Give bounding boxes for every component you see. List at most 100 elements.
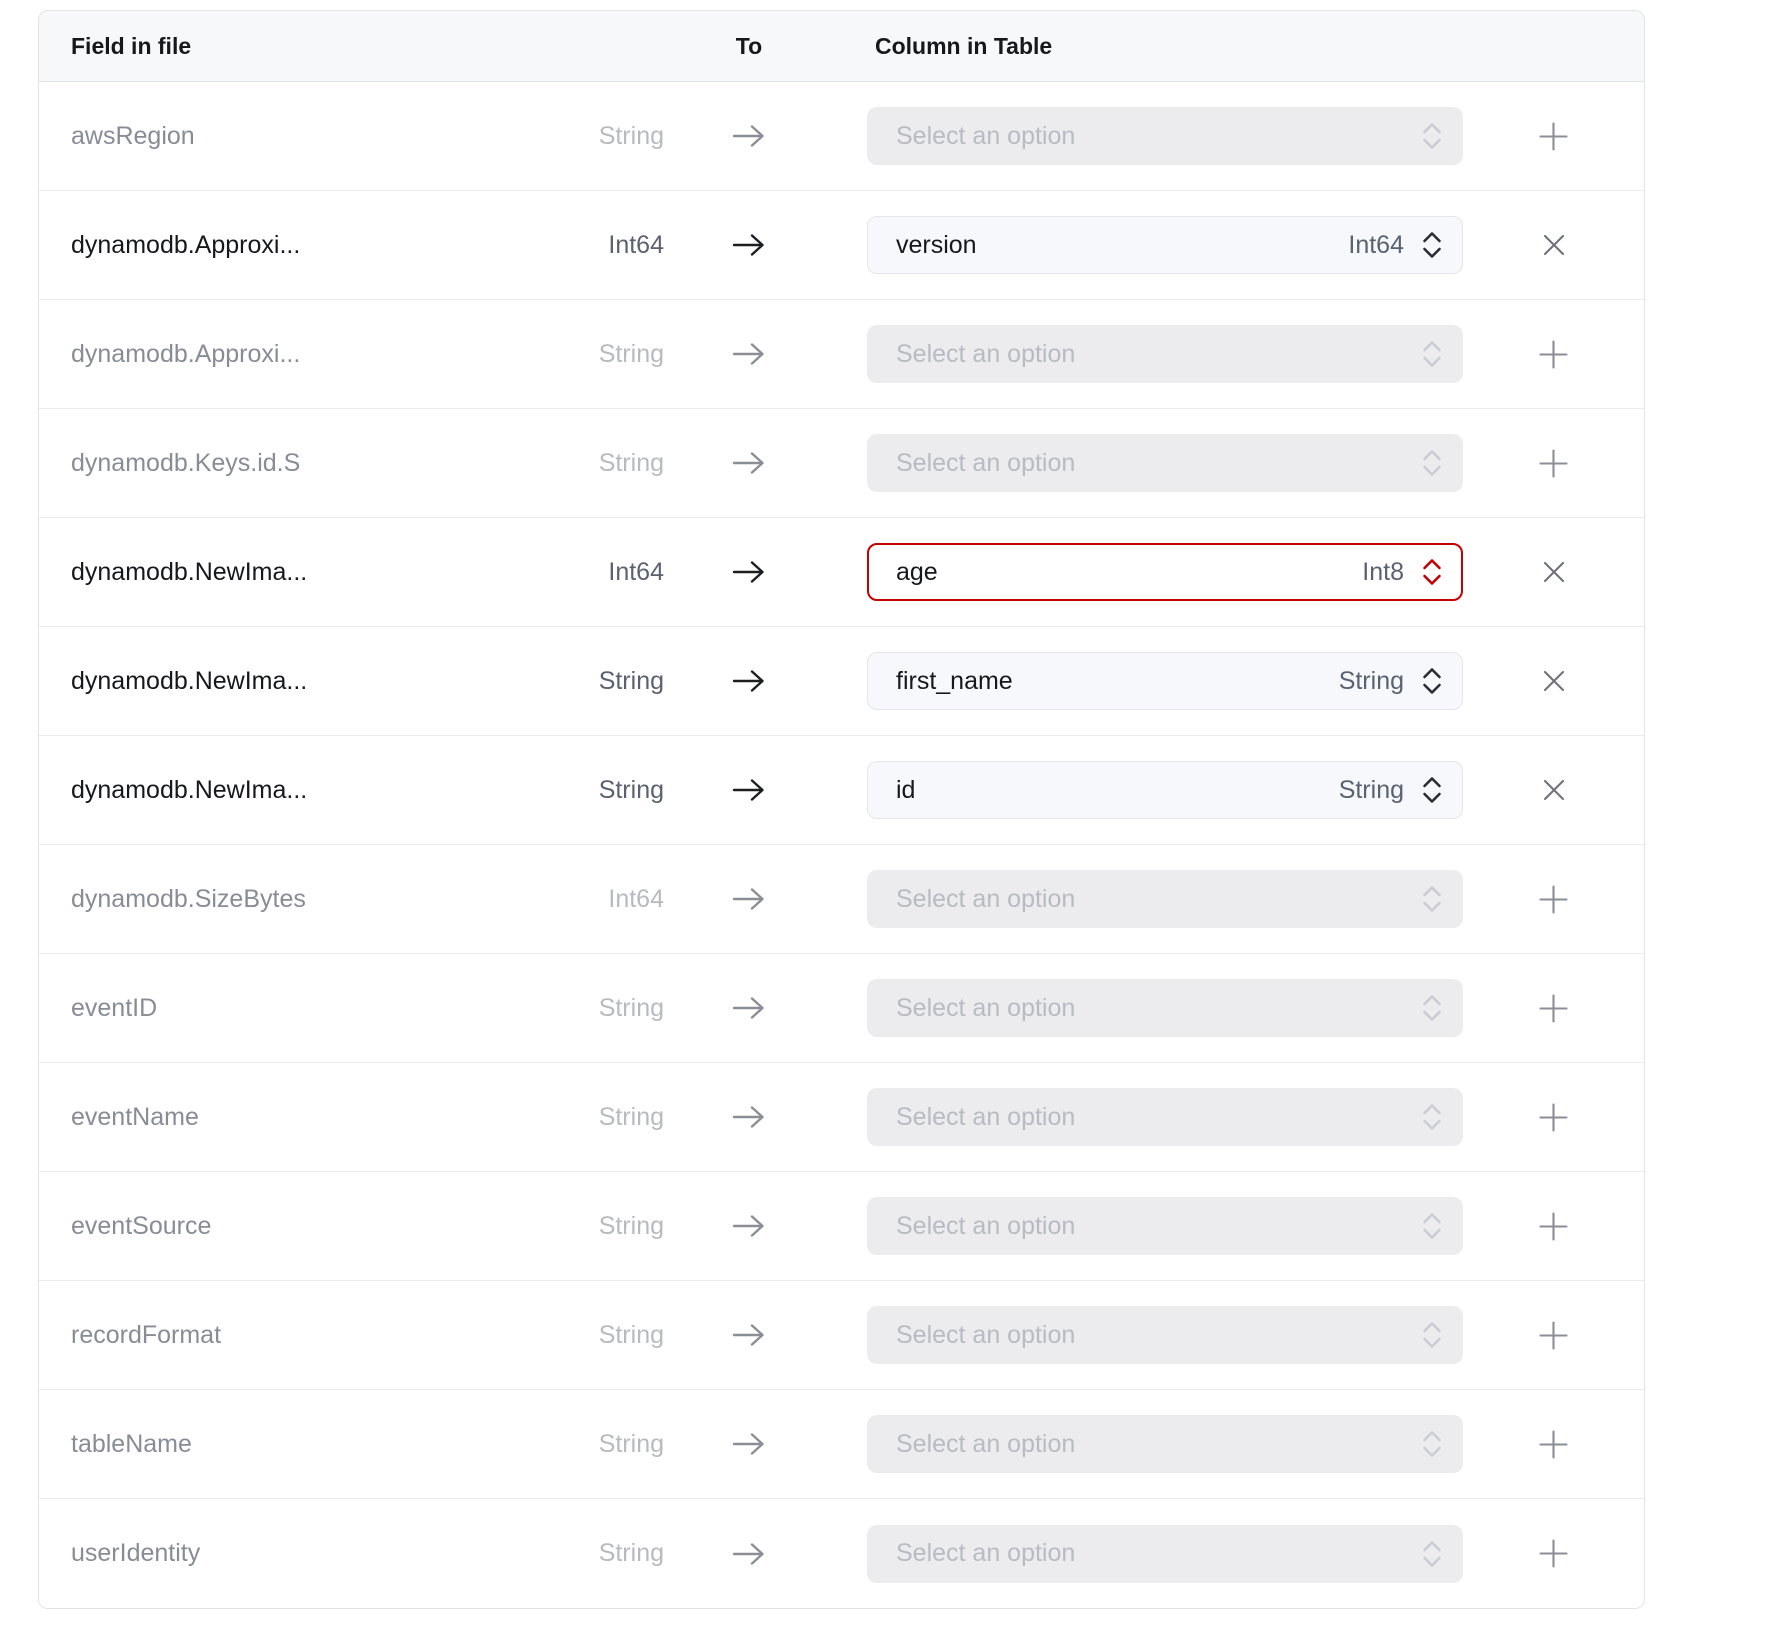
chevron-up-down-icon [1420, 338, 1444, 370]
column-select-value: version [896, 231, 1348, 260]
field-name: recordFormat [71, 1321, 221, 1350]
add-mapping-button[interactable] [1524, 1414, 1584, 1474]
column-select-value: age [896, 558, 1362, 587]
field-type: String [599, 1321, 664, 1350]
column-select-value: id [896, 776, 1339, 805]
column-select[interactable]: version Int64 [867, 216, 1463, 274]
field-type: String [599, 1430, 664, 1459]
header-column-in-table: Column in Table [867, 33, 1052, 60]
column-select[interactable]: Select an option [867, 979, 1463, 1037]
column-select-type: Int64 [1348, 231, 1404, 260]
mapping-row: eventSource String Select an option [39, 1172, 1644, 1281]
mapping-row: awsRegion String Select an option [39, 82, 1644, 191]
field-type: String [599, 122, 664, 151]
mapping-row: dynamodb.NewIma... String id String [39, 736, 1644, 845]
column-select[interactable]: first_name String [867, 652, 1463, 710]
close-icon [1541, 777, 1567, 803]
field-name: eventName [71, 1103, 199, 1132]
remove-mapping-button[interactable] [1524, 215, 1584, 275]
add-mapping-button[interactable] [1524, 1305, 1584, 1365]
chevron-up-down-icon [1420, 1210, 1444, 1242]
remove-mapping-button[interactable] [1524, 542, 1584, 602]
column-select[interactable]: id String [867, 761, 1463, 819]
field-name: tableName [71, 1430, 192, 1459]
column-select-value: Select an option [896, 449, 1420, 478]
remove-mapping-button[interactable] [1524, 651, 1584, 711]
field-mapping-table: Field in file To Column in Table awsRegi… [38, 10, 1645, 1609]
mapping-row: eventID String Select an option [39, 954, 1644, 1063]
add-mapping-button[interactable] [1524, 1087, 1584, 1147]
table-header: Field in file To Column in Table [39, 11, 1644, 82]
chevron-up-down-icon [1420, 992, 1444, 1024]
mapping-row: dynamodb.NewIma... String first_name Str… [39, 627, 1644, 736]
chevron-up-down-icon [1420, 665, 1444, 697]
add-mapping-button[interactable] [1524, 433, 1584, 493]
field-name: dynamodb.NewIma... [71, 558, 307, 587]
chevron-up-down-icon [1420, 556, 1444, 588]
chevron-up-down-icon [1420, 774, 1444, 806]
plus-icon [1538, 121, 1569, 152]
add-mapping-button[interactable] [1524, 324, 1584, 384]
add-mapping-button[interactable] [1524, 869, 1584, 929]
column-select[interactable]: Select an option [867, 1525, 1463, 1583]
plus-icon [1538, 1538, 1569, 1569]
field-name: dynamodb.Approxi... [71, 231, 300, 260]
mapping-row: dynamodb.SizeBytes Int64 Select an optio… [39, 845, 1644, 954]
chevron-up-down-icon [1420, 1101, 1444, 1133]
field-name: dynamodb.Approxi... [71, 340, 300, 369]
arrow-right-icon [732, 1104, 766, 1130]
arrow-right-icon [732, 1431, 766, 1457]
plus-icon [1538, 339, 1569, 370]
field-name: awsRegion [71, 122, 195, 151]
column-select[interactable]: Select an option [867, 1306, 1463, 1364]
chevron-up-down-icon [1420, 1538, 1444, 1570]
close-icon [1541, 668, 1567, 694]
column-select[interactable]: Select an option [867, 1197, 1463, 1255]
column-select-type: String [1339, 776, 1404, 805]
chevron-up-down-icon [1420, 229, 1444, 261]
column-select[interactable]: Select an option [867, 870, 1463, 928]
field-name: dynamodb.NewIma... [71, 776, 307, 805]
plus-icon [1538, 884, 1569, 915]
column-select-value: Select an option [896, 1539, 1420, 1568]
column-select[interactable]: Select an option [867, 325, 1463, 383]
mapping-row: recordFormat String Select an option [39, 1281, 1644, 1390]
field-type: String [599, 449, 664, 478]
chevron-up-down-icon [1420, 1319, 1444, 1351]
arrow-right-icon [732, 886, 766, 912]
arrow-right-icon [732, 1213, 766, 1239]
column-select[interactable]: Select an option [867, 434, 1463, 492]
column-select-type: Int8 [1362, 558, 1404, 587]
column-select[interactable]: Select an option [867, 1088, 1463, 1146]
column-select-value: Select an option [896, 122, 1420, 151]
column-select[interactable]: Select an option [867, 1415, 1463, 1473]
add-mapping-button[interactable] [1524, 1524, 1584, 1584]
column-select-value: Select an option [896, 340, 1420, 369]
field-type: Int64 [608, 231, 664, 260]
column-select[interactable]: Select an option [867, 107, 1463, 165]
arrow-right-icon [732, 1322, 766, 1348]
field-type: Int64 [608, 885, 664, 914]
mapping-row: dynamodb.Approxi... Int64 version Int64 [39, 191, 1644, 300]
add-mapping-button[interactable] [1524, 1196, 1584, 1256]
add-mapping-button[interactable] [1524, 106, 1584, 166]
column-select-value: Select an option [896, 1430, 1420, 1459]
header-to: To [664, 33, 834, 60]
column-select-value: Select an option [896, 1212, 1420, 1241]
mapping-rows: awsRegion String Select an option [39, 82, 1644, 1608]
mapping-row: dynamodb.Approxi... String Select an opt… [39, 300, 1644, 409]
plus-icon [1538, 1320, 1569, 1351]
arrow-right-icon [732, 232, 766, 258]
remove-mapping-button[interactable] [1524, 760, 1584, 820]
mapping-row: dynamodb.NewIma... Int64 age Int8 [39, 518, 1644, 627]
column-select-value: first_name [896, 667, 1339, 696]
column-select-value: Select an option [896, 885, 1420, 914]
column-select[interactable]: age Int8 [867, 543, 1463, 601]
plus-icon [1538, 1211, 1569, 1242]
chevron-up-down-icon [1420, 1428, 1444, 1460]
arrow-right-icon [732, 559, 766, 585]
plus-icon [1538, 993, 1569, 1024]
add-mapping-button[interactable] [1524, 978, 1584, 1038]
mapping-row: eventName String Select an option [39, 1063, 1644, 1172]
column-select-value: Select an option [896, 1321, 1420, 1350]
